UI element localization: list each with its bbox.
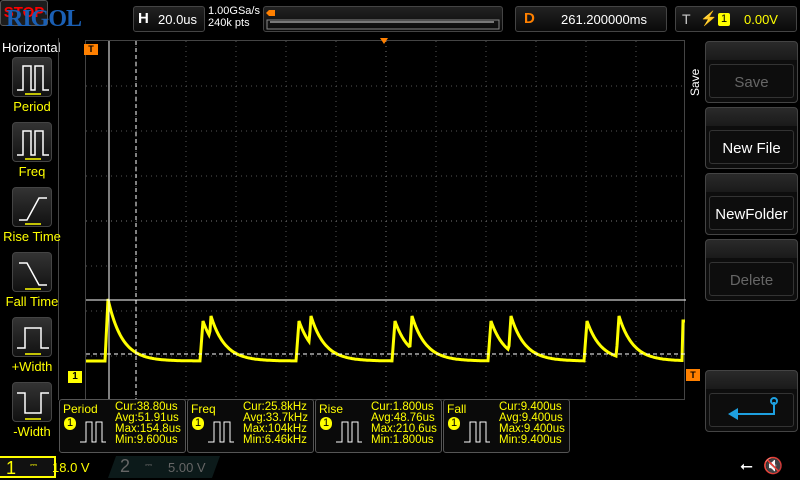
measurement-source: 1 xyxy=(320,417,332,430)
measure-item-label: Fall Time xyxy=(5,294,59,309)
measure-item-label: Period xyxy=(13,99,51,114)
measurement-name: Freq xyxy=(191,402,216,416)
graticule xyxy=(86,41,686,401)
button-label: NewFolder xyxy=(709,196,794,230)
measure-rise-time-button[interactable] xyxy=(12,187,52,227)
measurement-name: Fall xyxy=(447,402,467,416)
trigger-source: 1 xyxy=(718,13,730,26)
measurement-min: Min:9.600us xyxy=(115,434,178,446)
measure-fall-time-button[interactable] xyxy=(12,252,52,292)
period-icon xyxy=(80,421,106,443)
delay-value: 261.200000ms xyxy=(561,12,648,27)
newfolder-button[interactable]: NewFolder xyxy=(705,173,798,235)
measurement-name: Rise xyxy=(319,402,344,416)
measure-freq-button[interactable] xyxy=(12,122,52,162)
channel1-number: 1 xyxy=(6,458,17,478)
minus-width-icon xyxy=(17,392,49,420)
right-panel-title: Save xyxy=(688,68,702,96)
measure--width-button[interactable] xyxy=(12,382,52,422)
delay-label: D xyxy=(524,10,535,27)
measure-item-label: Freq xyxy=(18,164,46,179)
measurement-name: Period xyxy=(63,402,98,416)
measurement-fall[interactable]: Fall 1 Cur:9.400us Avg:9.400us Max:9.400… xyxy=(443,399,570,453)
acquisition-info: 1.00GSa/s 240k pts xyxy=(208,5,260,29)
measurement-min: Min:1.800us xyxy=(371,434,434,446)
timebase-box[interactable]: H 20.0us xyxy=(133,6,205,32)
waveform-overview-icon xyxy=(266,10,500,30)
freq-icon xyxy=(17,130,49,160)
measure--width-button[interactable] xyxy=(12,317,52,357)
back-button[interactable] xyxy=(705,370,798,432)
measurement-rise[interactable]: Rise 1 Cur:1.800us Avg:48.76us Max:210.6… xyxy=(315,399,442,453)
fall-time-icon xyxy=(19,262,47,290)
delete-button[interactable]: Delete xyxy=(705,239,798,301)
rise-icon xyxy=(336,421,362,443)
measurement-source: 1 xyxy=(192,417,204,430)
channel2-scale-value: 5.00 V xyxy=(168,460,206,475)
fall-icon xyxy=(464,421,490,443)
measure-period-button[interactable] xyxy=(12,57,52,97)
return-arrow-icon xyxy=(727,397,778,420)
trigger-box[interactable]: T ⚡ 1 0.00V xyxy=(675,6,797,32)
measurement-source: 1 xyxy=(64,417,76,430)
trigger-level: 0.00V xyxy=(744,12,778,27)
button-label: New File xyxy=(709,130,794,164)
trigger-label: T xyxy=(682,11,691,27)
dc-coupling-icon: ⎓ xyxy=(145,460,153,470)
measurement-source: 1 xyxy=(448,417,460,430)
measure-item-label: Rise Time xyxy=(3,229,61,244)
speaker-mute-icon[interactable]: 🔇 xyxy=(763,456,783,476)
delay-center-marker xyxy=(380,38,388,44)
channel1-scale-value: 18.0 V xyxy=(52,460,90,475)
measure-item-label: -Width xyxy=(13,424,51,439)
measurement-freq[interactable]: Freq 1 Cur:25.8kHz Avg:33.7kHz Max:104kH… xyxy=(187,399,314,453)
plus-width-icon xyxy=(17,327,49,355)
measure-item-label: +Width xyxy=(11,359,53,374)
channel1-scale[interactable]: ⎓ 18.0 V xyxy=(30,460,120,478)
usb-icon: ⭠ xyxy=(740,458,753,475)
sample-rate: 1.00GSa/s xyxy=(208,5,260,17)
period-icon xyxy=(17,65,49,95)
rising-edge-icon: ⚡ xyxy=(700,10,718,26)
waveform-display[interactable] xyxy=(85,40,686,401)
save-button[interactable]: Save xyxy=(705,41,798,103)
trigger-level-marker[interactable]: T xyxy=(686,369,700,381)
button-label: Save xyxy=(709,64,794,98)
measurement-period[interactable]: Period 1 Cur:38.80us Avg:51.91us Max:154… xyxy=(59,399,186,453)
left-panel-title: Horizontal xyxy=(2,40,61,55)
new-file-button[interactable]: New File xyxy=(705,107,798,169)
rigol-logo: RIGOL xyxy=(6,6,82,32)
timebase-label: H xyxy=(138,10,149,27)
channel1-offset-marker[interactable]: 1 xyxy=(68,371,82,383)
measurement-min: Min:6.46kHz xyxy=(243,434,307,446)
freq-icon xyxy=(208,421,234,443)
rise-time-icon xyxy=(19,197,47,225)
trigger-position-marker[interactable]: T xyxy=(84,44,98,55)
timebase-value: 20.0us xyxy=(158,12,198,27)
memory-depth: 240k pts xyxy=(208,17,250,29)
delay-box[interactable]: D 261.200000ms xyxy=(515,6,667,32)
button-label: Delete xyxy=(709,262,794,296)
channel2-number: 2 xyxy=(120,456,131,476)
measurement-min: Min:9.400us xyxy=(499,434,562,446)
memory-overview[interactable] xyxy=(263,6,503,32)
